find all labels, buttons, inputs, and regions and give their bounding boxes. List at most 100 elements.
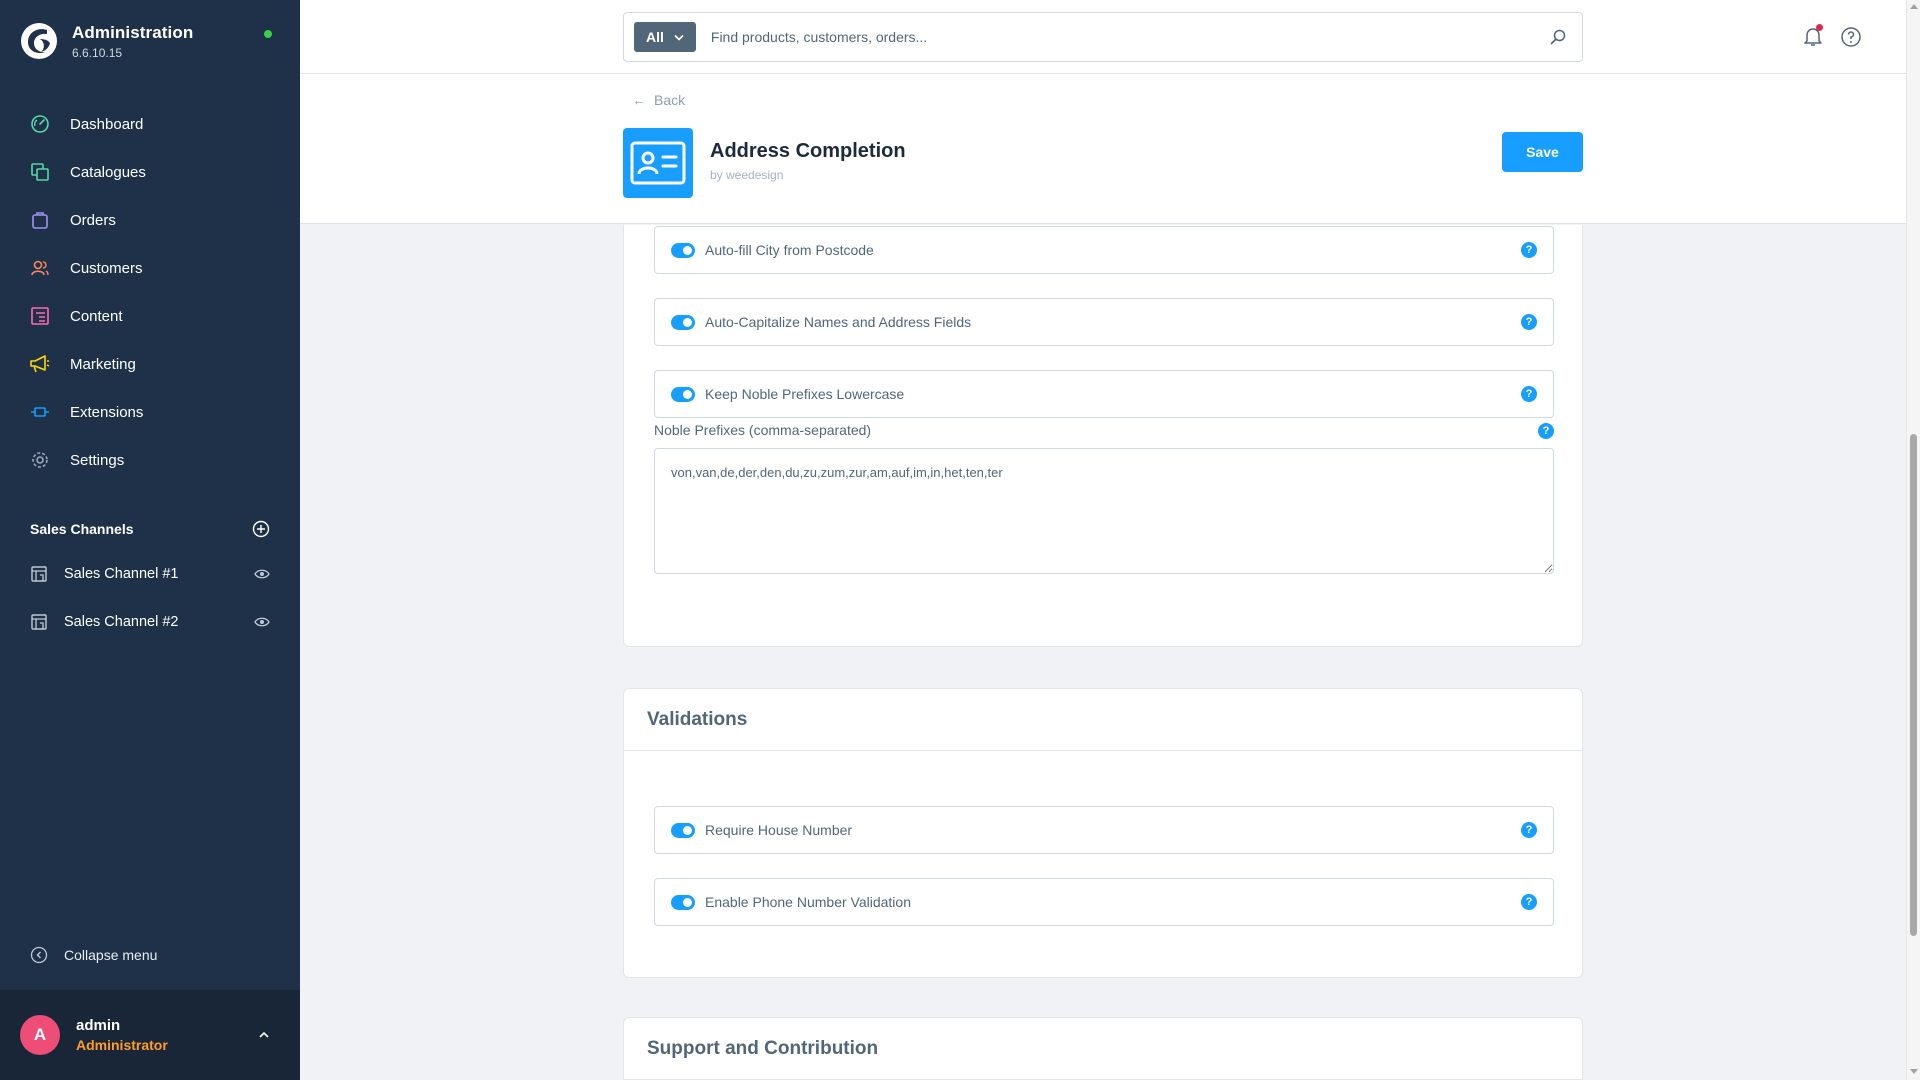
sales-channels-header: Sales Channels xyxy=(30,520,270,538)
notification-badge xyxy=(1816,24,1823,31)
scroll-thumb[interactable] xyxy=(1910,434,1917,936)
dashboard-icon xyxy=(28,112,52,136)
sidebar: Administration 6.6.10.15 Dashboard Catal… xyxy=(0,0,300,1080)
global-search: All xyxy=(623,12,1583,62)
sales-channel-list: Sales Channel #1 Sales Channel #2 xyxy=(0,550,300,646)
support-card: Support and Contribution xyxy=(623,1017,1583,1080)
noble-prefixes-textarea[interactable] xyxy=(654,448,1554,574)
sales-channel-label: Sales Channel #2 xyxy=(64,614,179,630)
storefront-icon xyxy=(31,566,47,582)
help-icon[interactable]: ? xyxy=(1538,423,1554,439)
switch-field-auto-capitalize: Auto-Capitalize Names and Address Fields… xyxy=(654,298,1554,346)
help-icon[interactable]: ? xyxy=(1521,242,1537,258)
eye-icon[interactable] xyxy=(254,616,270,628)
help-circle-icon xyxy=(1841,27,1861,47)
gear-icon xyxy=(28,448,52,472)
scroll-up-arrow-icon[interactable] xyxy=(1910,4,1918,9)
chevron-up-icon xyxy=(259,1031,269,1038)
online-status-indicator xyxy=(264,30,272,38)
catalogue-icon xyxy=(28,160,52,184)
scroll-down-arrow-icon[interactable] xyxy=(1910,1069,1918,1074)
nav-item-content[interactable]: Content xyxy=(0,292,300,340)
nav-item-extensions[interactable]: Extensions xyxy=(0,388,300,436)
card-title: Validations xyxy=(624,689,1582,751)
user-role: Administrator xyxy=(76,1037,168,1053)
card-title: Support and Contribution xyxy=(624,1018,1582,1080)
nav-item-dashboard[interactable]: Dashboard xyxy=(0,100,300,148)
nav-item-marketing[interactable]: Marketing xyxy=(0,340,300,388)
switch-field-autofill-city: Auto-fill City from Postcode ? xyxy=(654,226,1554,274)
nav-item-settings[interactable]: Settings xyxy=(0,436,300,484)
help-icon[interactable]: ? xyxy=(1521,386,1537,402)
help-icon[interactable]: ? xyxy=(1521,822,1537,838)
main-content: Auto-fill City from Postcode ? Auto-Capi… xyxy=(300,225,1906,1080)
noble-prefixes-label: Noble Prefixes (comma-separated) xyxy=(654,422,872,438)
avatar: A xyxy=(20,1015,60,1055)
storefront-icon xyxy=(31,614,47,630)
collapse-menu-button[interactable]: Collapse menu xyxy=(30,946,157,964)
help-button[interactable] xyxy=(1840,26,1862,53)
switch-field-noble-prefixes-lowercase: Keep Noble Prefixes Lowercase ? xyxy=(654,370,1554,418)
nav-label: Extensions xyxy=(70,403,144,421)
bag-icon xyxy=(28,208,52,232)
app-version: 6.6.10.15 xyxy=(72,45,123,60)
nav-item-orders[interactable]: Orders xyxy=(0,196,300,244)
autofill-city-toggle[interactable] xyxy=(671,242,695,258)
eye-icon[interactable] xyxy=(254,568,270,580)
extension-icon xyxy=(623,128,693,198)
sales-channel-item[interactable]: Sales Channel #1 xyxy=(0,550,300,598)
nav-label: Catalogues xyxy=(70,163,146,181)
megaphone-icon xyxy=(28,352,52,376)
switch-label: Auto-Capitalize Names and Address Fields xyxy=(705,314,972,330)
collapse-menu-label: Collapse menu xyxy=(64,947,158,963)
brand[interactable]: Administration 6.6.10.15 xyxy=(20,22,193,60)
switch-field-phone-validation: Enable Phone Number Validation ? xyxy=(654,878,1554,926)
user-menu[interactable]: A admin Administrator xyxy=(0,990,300,1080)
main-nav: Dashboard Catalogues Orders Customers Co… xyxy=(0,100,300,484)
switch-label: Enable Phone Number Validation xyxy=(705,894,911,910)
chevron-left-circle-icon xyxy=(30,946,48,964)
nav-item-customers[interactable]: Customers xyxy=(0,244,300,292)
help-icon[interactable]: ? xyxy=(1521,894,1537,910)
nav-label: Marketing xyxy=(70,355,136,373)
nav-label: Orders xyxy=(70,211,116,229)
user-name: admin xyxy=(76,1017,121,1034)
noble-prefixes-lowercase-toggle[interactable] xyxy=(671,386,695,402)
page-scrollbar[interactable] xyxy=(1906,0,1920,1080)
back-link[interactable]: ← Back xyxy=(632,92,685,108)
switch-label: Auto-fill City from Postcode xyxy=(705,242,874,258)
app-title: Administration xyxy=(72,22,194,42)
nav-label: Customers xyxy=(70,259,143,277)
sales-channel-item[interactable]: Sales Channel #2 xyxy=(0,598,300,646)
users-icon xyxy=(28,256,52,280)
save-button[interactable]: Save xyxy=(1502,132,1583,172)
auto-capitalize-toggle[interactable] xyxy=(671,314,695,330)
search-type-select[interactable]: All xyxy=(634,22,696,52)
nav-item-catalogues[interactable]: Catalogues xyxy=(0,148,300,196)
id-card-icon xyxy=(630,141,686,185)
search-input[interactable] xyxy=(710,29,1550,45)
settings-card: Auto-fill City from Postcode ? Auto-Capi… xyxy=(623,225,1583,647)
sales-channel-label: Sales Channel #1 xyxy=(64,566,179,582)
top-bar: All xyxy=(300,0,1906,74)
arrow-left-icon: ← xyxy=(632,92,646,108)
nav-label: Dashboard xyxy=(70,115,144,133)
plug-icon xyxy=(28,400,52,424)
search-icon[interactable] xyxy=(1550,29,1566,45)
switch-label: Keep Noble Prefixes Lowercase xyxy=(705,386,905,402)
chevron-down-icon xyxy=(674,34,684,41)
sales-channels-title: Sales Channels xyxy=(30,521,134,537)
content-icon xyxy=(28,304,52,328)
nav-label: Content xyxy=(70,307,123,325)
help-icon[interactable]: ? xyxy=(1521,314,1537,330)
nav-label: Settings xyxy=(70,451,125,469)
page-header: ← Back Address Completion by weedesign S… xyxy=(300,74,1906,224)
require-house-number-toggle[interactable] xyxy=(671,822,695,838)
phone-validation-toggle[interactable] xyxy=(671,894,695,910)
search-type-label: All xyxy=(646,29,664,45)
notifications-button[interactable] xyxy=(1802,24,1824,52)
validations-card: Validations Require House Number ? Enabl… xyxy=(623,688,1583,978)
page-title: Address Completion xyxy=(710,140,906,162)
add-sales-channel-icon[interactable] xyxy=(252,520,270,538)
switch-field-require-house-number: Require House Number ? xyxy=(654,806,1554,854)
